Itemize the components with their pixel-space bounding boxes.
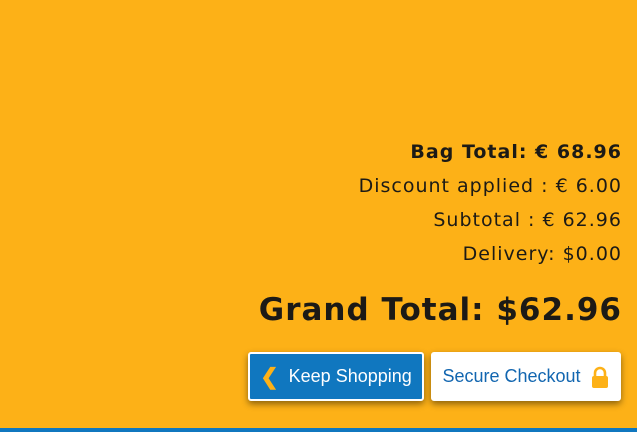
order-summary: Bag Total: € 68.96 Discount applied : € … bbox=[359, 138, 622, 274]
secure-checkout-label: Secure Checkout bbox=[442, 366, 581, 386]
bag-total: Bag Total: € 68.96 bbox=[410, 141, 622, 163]
keep-shopping-label: Keep Shopping bbox=[288, 366, 412, 386]
cart-actions: ❮ Keep Shopping Secure Checkout bbox=[248, 352, 621, 401]
keep-shopping-button[interactable]: ❮ Keep Shopping bbox=[248, 352, 424, 401]
secure-checkout-button[interactable]: Secure Checkout bbox=[431, 352, 621, 401]
subtotal: Subtotal : € 62.96 bbox=[433, 209, 622, 231]
delivery-cost: Delivery: $0.00 bbox=[462, 243, 622, 265]
bottom-bar bbox=[0, 428, 637, 432]
chevron-left-icon: ❮ bbox=[260, 363, 279, 389]
lock-icon bbox=[591, 366, 608, 388]
discount-applied: Discount applied : € 6.00 bbox=[358, 175, 622, 197]
grand-total: Grand Total: $62.96 bbox=[258, 292, 622, 328]
